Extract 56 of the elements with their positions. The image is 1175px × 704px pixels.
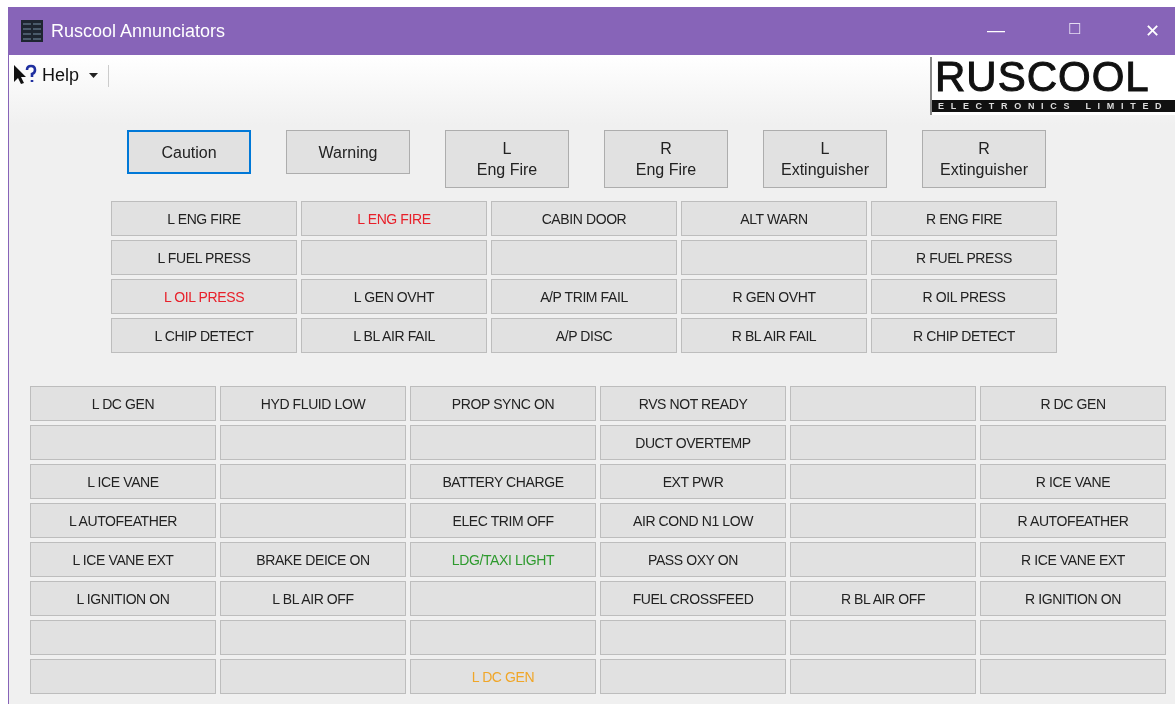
annunciator-light: L CHIP DETECT xyxy=(111,318,297,353)
annunciator-light: CABIN DOOR xyxy=(491,201,677,236)
company-logo: RUSCOOL ELECTRONICS LIMITED xyxy=(930,57,1175,115)
annunciator-light: R IGNITION ON xyxy=(980,581,1166,616)
annunciator-light: LDG/TAXI LIGHT xyxy=(410,542,596,577)
annunciator-light: L GEN OVHT xyxy=(301,279,487,314)
panel-button[interactable]: L Extinguisher xyxy=(763,130,887,188)
annunciator-light: ALT WARN xyxy=(681,201,867,236)
annunciator-light: L ICE VANE xyxy=(30,464,216,499)
annunciator-light: L AUTOFEATHER xyxy=(30,503,216,538)
annunciator-light: L BL AIR FAIL xyxy=(301,318,487,353)
annunciator-light: L DC GEN xyxy=(410,659,596,694)
annunciator-light: R FUEL PRESS xyxy=(871,240,1057,275)
panel-button[interactable]: R Extinguisher xyxy=(922,130,1046,188)
annunciator-light: L ICE VANE EXT xyxy=(30,542,216,577)
minimize-button[interactable]: — xyxy=(970,20,1022,42)
annunciator-light: HYD FLUID LOW xyxy=(220,386,406,421)
app-icon xyxy=(21,20,43,42)
annunciator-light: R ENG FIRE xyxy=(871,201,1057,236)
annunciator-light: BATTERY CHARGE xyxy=(410,464,596,499)
annunciator-light: A/P TRIM FAIL xyxy=(491,279,677,314)
panel-button[interactable]: R Eng Fire xyxy=(604,130,728,188)
annunciator-light: EXT PWR xyxy=(600,464,786,499)
annunciator-light: R BL AIR FAIL xyxy=(681,318,867,353)
annunciator-light: R OIL PRESS xyxy=(871,279,1057,314)
help-menu[interactable]: Help xyxy=(9,55,103,86)
annunciator-light: L BL AIR OFF xyxy=(220,581,406,616)
annunciator-light: R AUTOFEATHER xyxy=(980,503,1166,538)
annunciator-light: A/P DISC xyxy=(491,318,677,353)
annunciator-light: R GEN OVHT xyxy=(681,279,867,314)
annunciator-light: L IGNITION ON xyxy=(30,581,216,616)
annunciator-light: PROP SYNC ON xyxy=(410,386,596,421)
annunciator-light: R ICE VANE xyxy=(980,464,1166,499)
annunciator-light: R ICE VANE EXT xyxy=(980,542,1166,577)
panel-button[interactable]: L Eng Fire xyxy=(445,130,569,188)
window-title: Ruscool Annunciators xyxy=(51,20,226,42)
annunciator-light: L DC GEN xyxy=(30,386,216,421)
help-pointer-icon xyxy=(12,64,38,86)
annunciator-light: AIR COND N1 LOW xyxy=(600,503,786,538)
panel-button[interactable]: Warning xyxy=(286,130,410,174)
annunciator-light: R CHIP DETECT xyxy=(871,318,1057,353)
panel-button[interactable]: Caution xyxy=(127,130,251,174)
annunciator-light: L OIL PRESS xyxy=(111,279,297,314)
annunciator-light: BRAKE DEICE ON xyxy=(220,542,406,577)
annunciator-light: ELEC TRIM OFF xyxy=(410,503,596,538)
annunciator-light: DUCT OVERTEMP xyxy=(600,425,786,460)
annunciator-light: L ENG FIRE xyxy=(301,201,487,236)
annunciator-light: L FUEL PRESS xyxy=(111,240,297,275)
annunciator-light: R DC GEN xyxy=(980,386,1166,421)
annunciator-light: RVS NOT READY xyxy=(600,386,786,421)
annunciator-light: FUEL CROSSFEED xyxy=(600,581,786,616)
close-button[interactable]: ✕ xyxy=(1126,20,1175,42)
annunciator-light: PASS OXY ON xyxy=(600,542,786,577)
annunciator-light: R BL AIR OFF xyxy=(790,581,976,616)
annunciator-light: L ENG FIRE xyxy=(111,201,297,236)
caret-icon xyxy=(89,72,99,78)
